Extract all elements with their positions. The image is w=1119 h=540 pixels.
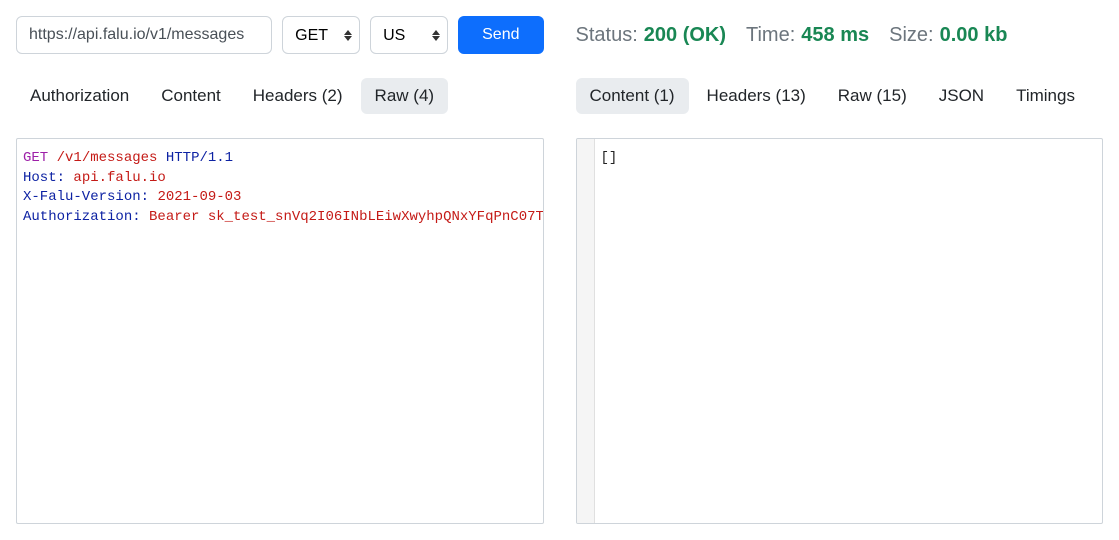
request-tab[interactable]: Content [147, 78, 235, 114]
request-tab[interactable]: Authorization [16, 78, 143, 114]
status-value: 200 (OK) [644, 24, 726, 47]
request-tabs: AuthorizationContentHeaders (2)Raw (4) [16, 78, 544, 114]
response-tab[interactable]: Raw (15) [824, 78, 921, 114]
send-button[interactable]: Send [458, 16, 543, 54]
time-label: Time: [746, 24, 795, 47]
response-tab[interactable]: Content (1) [576, 78, 689, 114]
gutter [577, 139, 595, 523]
request-raw-code: GET /v1/messages HTTP/1.1 Host: api.falu… [17, 139, 543, 523]
response-content-panel: [] [576, 138, 1104, 524]
request-tab[interactable]: Headers (2) [239, 78, 357, 114]
size-value: 0.00 kb [940, 24, 1008, 47]
request-tab[interactable]: Raw (4) [361, 78, 449, 114]
size-label: Size: [889, 24, 933, 47]
response-body: [] [595, 139, 1103, 523]
region-select[interactable]: US [370, 16, 448, 54]
response-tabs: Content (1)Headers (13)Raw (15)JSONTimin… [576, 78, 1104, 114]
status-label: Status: [576, 24, 638, 47]
status-bar: Status: 200 (OK) Time: 458 ms Size: 0.00… [576, 16, 1104, 54]
request-raw-panel: GET /v1/messages HTTP/1.1 Host: api.falu… [16, 138, 544, 524]
request-bar: GET US Send [16, 16, 544, 54]
response-tab[interactable]: Timings [1002, 78, 1089, 114]
time-value: 458 ms [801, 24, 869, 47]
response-tab[interactable]: Headers (13) [693, 78, 820, 114]
method-select[interactable]: GET [282, 16, 360, 54]
url-input[interactable] [16, 16, 272, 54]
response-tab[interactable]: JSON [925, 78, 998, 114]
